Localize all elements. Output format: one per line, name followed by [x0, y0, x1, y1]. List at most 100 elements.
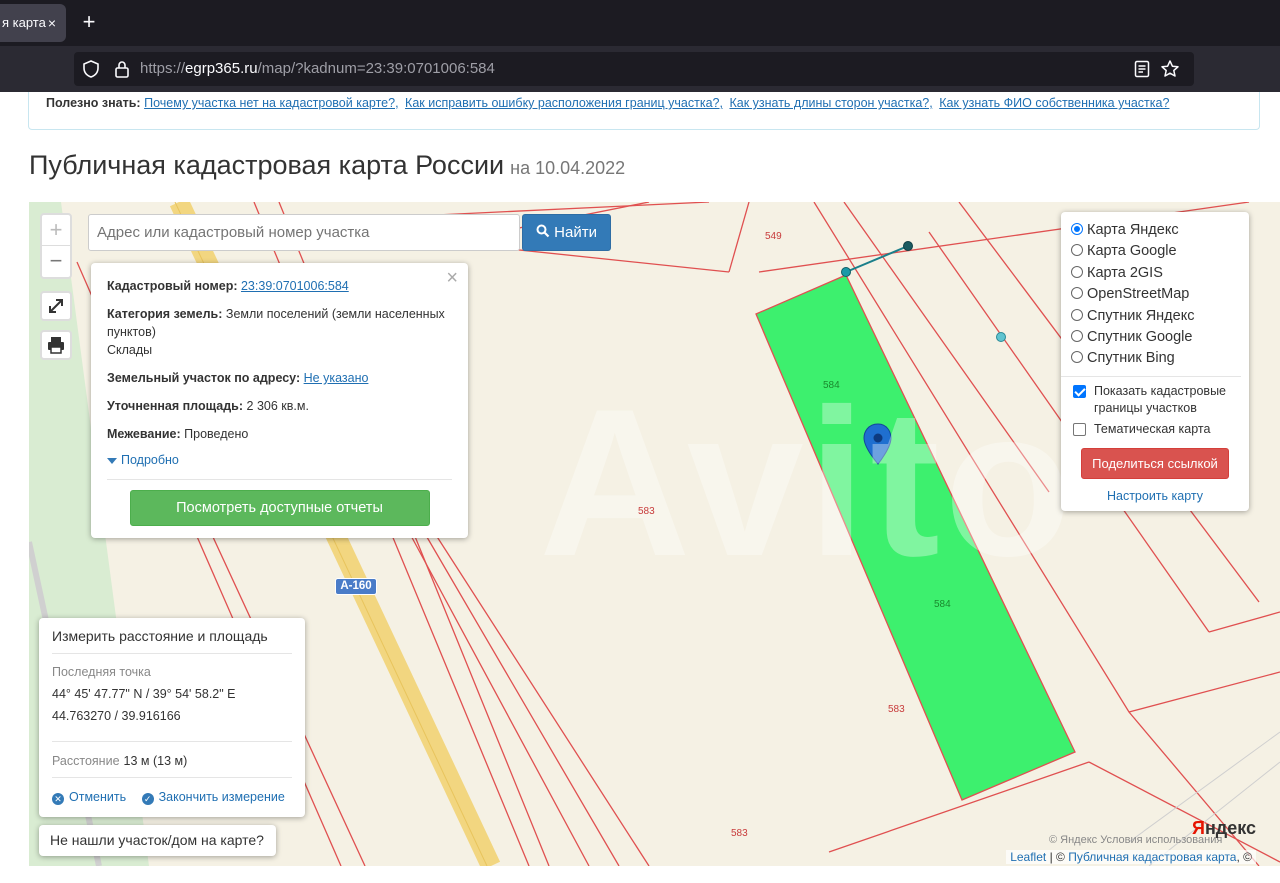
url-text[interactable]: https://egrp365.ru/map/?kadnum=23:39:070…	[140, 52, 495, 86]
layer-option-google-satellite[interactable]: Спутник Google	[1071, 327, 1249, 348]
radio-icon	[1071, 308, 1083, 321]
details-toggle[interactable]: Подробно	[107, 453, 452, 467]
page-content: Полезно знать: Почему участка нет на кад…	[0, 92, 1280, 883]
popup-close-icon[interactable]: ×	[446, 267, 458, 290]
survey-row: Межевание: Проведено	[107, 425, 452, 443]
layer-label: Спутник Google	[1087, 328, 1193, 345]
setup-map-link[interactable]: Настроить карту	[1071, 489, 1239, 503]
url-bar[interactable]: https://egrp365.ru/map/?kadnum=23:39:070…	[74, 52, 1194, 86]
cadastral-map[interactable]: Avito 549 584 584 583 583 583 A-160 + − …	[29, 202, 1280, 866]
address-search-input[interactable]	[88, 214, 520, 251]
radio-icon	[1071, 351, 1083, 364]
cadnum-link[interactable]: 23:39:0701006:584	[241, 279, 349, 293]
info-link-not-on-map[interactable]: Почему участка нет на кадастровой карте?…	[144, 96, 398, 110]
cancel-label: Отменить	[69, 790, 127, 804]
checkbox-checked-icon	[1073, 384, 1086, 398]
not-found-button[interactable]: Не нашли участок/дом на карте?	[39, 825, 276, 856]
page-title-date: на 10.04.2022	[510, 158, 626, 178]
parcel-info-popup: × Кадастровый номер: 23:39:0701006:584 К…	[91, 263, 468, 538]
road-label-a160: A-160	[335, 578, 377, 595]
radio-icon	[1071, 287, 1083, 300]
radio-icon	[1071, 223, 1083, 235]
lock-icon[interactable]	[114, 59, 130, 84]
radio-icon	[1071, 265, 1083, 278]
attribution-separator: | ©	[1046, 850, 1069, 864]
layer-label: Карта Google	[1087, 243, 1177, 260]
layer-option-google-map[interactable]: Карта Google	[1071, 241, 1249, 262]
caret-down-icon	[107, 457, 117, 464]
distance-row: Расстояние 13 м (13 м)	[52, 741, 292, 768]
checkbox-icon	[1073, 422, 1086, 436]
print-button[interactable]	[40, 330, 72, 360]
layer-label: Карта Яндекс	[1087, 222, 1179, 238]
new-tab-button[interactable]: +	[78, 10, 100, 34]
find-button-label: Найти	[554, 224, 597, 241]
measure-title: Измерить расстояние и площадь	[52, 628, 292, 654]
distance-value: 13 м (13 м)	[123, 754, 188, 768]
measure-panel: Измерить расстояние и площадь Последняя …	[39, 618, 305, 817]
info-label: Полезно знать:	[46, 96, 141, 110]
info-link-fix-boundaries[interactable]: Как исправить ошибку расположения границ…	[405, 96, 723, 110]
attribution-tail: , ©	[1236, 850, 1252, 864]
plot-label-584: 584	[823, 380, 840, 391]
share-link-button[interactable]: Поделиться ссылкой	[1081, 447, 1229, 479]
layer-option-yandex-satellite[interactable]: Спутник Яндекс	[1071, 306, 1249, 327]
fullscreen-button[interactable]	[40, 291, 72, 321]
info-link-owner-name[interactable]: Как узнать ФИО собственника участка?	[939, 96, 1169, 110]
layer-option-yandex-map[interactable]: Карта Яндекс	[1071, 220, 1249, 241]
measure-point[interactable]	[903, 241, 913, 251]
finish-measure-button[interactable]: ✓ Закончить измерение	[141, 790, 285, 805]
survey-value: Проведено	[184, 427, 249, 441]
measure-actions: ✕ Отменить ✓ Закончить измерение	[52, 777, 292, 805]
layer-option-osm[interactable]: OpenStreetMap	[1071, 284, 1249, 305]
thematic-map-checkbox[interactable]: Тематическая карта	[1071, 421, 1249, 438]
find-button[interactable]: Найти	[522, 214, 611, 251]
zoom-control: + −	[40, 213, 72, 279]
print-icon	[48, 337, 64, 354]
plot-label-583: 583	[731, 828, 748, 839]
yandex-logo-y: Я	[1192, 818, 1205, 838]
tab-close-icon[interactable]: ×	[48, 4, 56, 42]
info-link-side-lengths[interactable]: Как узнать длины сторон участка?,	[729, 96, 932, 110]
watermark: Avito	[539, 365, 1077, 600]
cancel-icon: ✕	[52, 793, 64, 805]
layer-option-2gis-map[interactable]: Карта 2GIS	[1071, 263, 1249, 284]
plot-label-583: 583	[888, 704, 905, 715]
tab-title: я карта	[2, 15, 46, 30]
zoom-in-button[interactable]: +	[42, 215, 70, 246]
measure-point[interactable]	[996, 332, 1006, 342]
shield-icon[interactable]	[82, 60, 100, 83]
bookmark-star-icon[interactable]	[1160, 59, 1180, 84]
plot-label-584: 584	[934, 599, 951, 610]
cancel-measure-button[interactable]: ✕ Отменить	[52, 790, 127, 805]
radio-icon	[1071, 244, 1083, 257]
url-domain: egrp365.ru	[185, 60, 258, 77]
coords-dms: 44° 45' 47.77" N / 39° 54' 58.2" E	[52, 687, 236, 701]
details-label: Подробно	[121, 453, 179, 467]
address-label: Земельный участок по адресу:	[107, 371, 301, 385]
leaflet-link[interactable]: Leaflet	[1010, 850, 1046, 864]
pkk-link[interactable]: Публичная кадастровая карта	[1068, 850, 1236, 864]
browser-tab[interactable]: я карта ×	[0, 4, 66, 42]
survey-label: Межевание:	[107, 427, 181, 441]
zoom-out-button[interactable]: −	[42, 246, 70, 277]
show-boundaries-label: Показать кадастровые границы участков	[1094, 383, 1227, 415]
category-label: Категория земель:	[107, 307, 223, 321]
measure-point[interactable]	[841, 267, 851, 277]
yandex-logo-rest: ндекс	[1204, 818, 1257, 838]
usage-value: Склады	[107, 343, 153, 357]
radio-icon	[1071, 329, 1083, 342]
url-prefix: https://	[140, 60, 186, 77]
check-icon: ✓	[141, 793, 154, 805]
address-link[interactable]: Не указано	[304, 371, 369, 385]
layer-option-bing-satellite[interactable]: Спутник Bing	[1071, 348, 1249, 369]
layer-label: OpenStreetMap	[1087, 286, 1190, 303]
view-reports-button[interactable]: Посмотреть доступные отчеты	[129, 490, 430, 526]
popup-divider	[107, 479, 452, 480]
reader-view-icon[interactable]	[1134, 60, 1150, 83]
show-boundaries-checkbox[interactable]: Показать кадастровые границы участков	[1071, 383, 1249, 417]
area-label: Уточненная площадь:	[107, 399, 244, 413]
map-attribution: Leaflet | © Публичная кадастровая карта,…	[1006, 850, 1256, 864]
yandex-logo: Яндекс	[1192, 818, 1256, 839]
cadnum-row: Кадастровый номер: 23:39:0701006:584	[107, 277, 452, 295]
